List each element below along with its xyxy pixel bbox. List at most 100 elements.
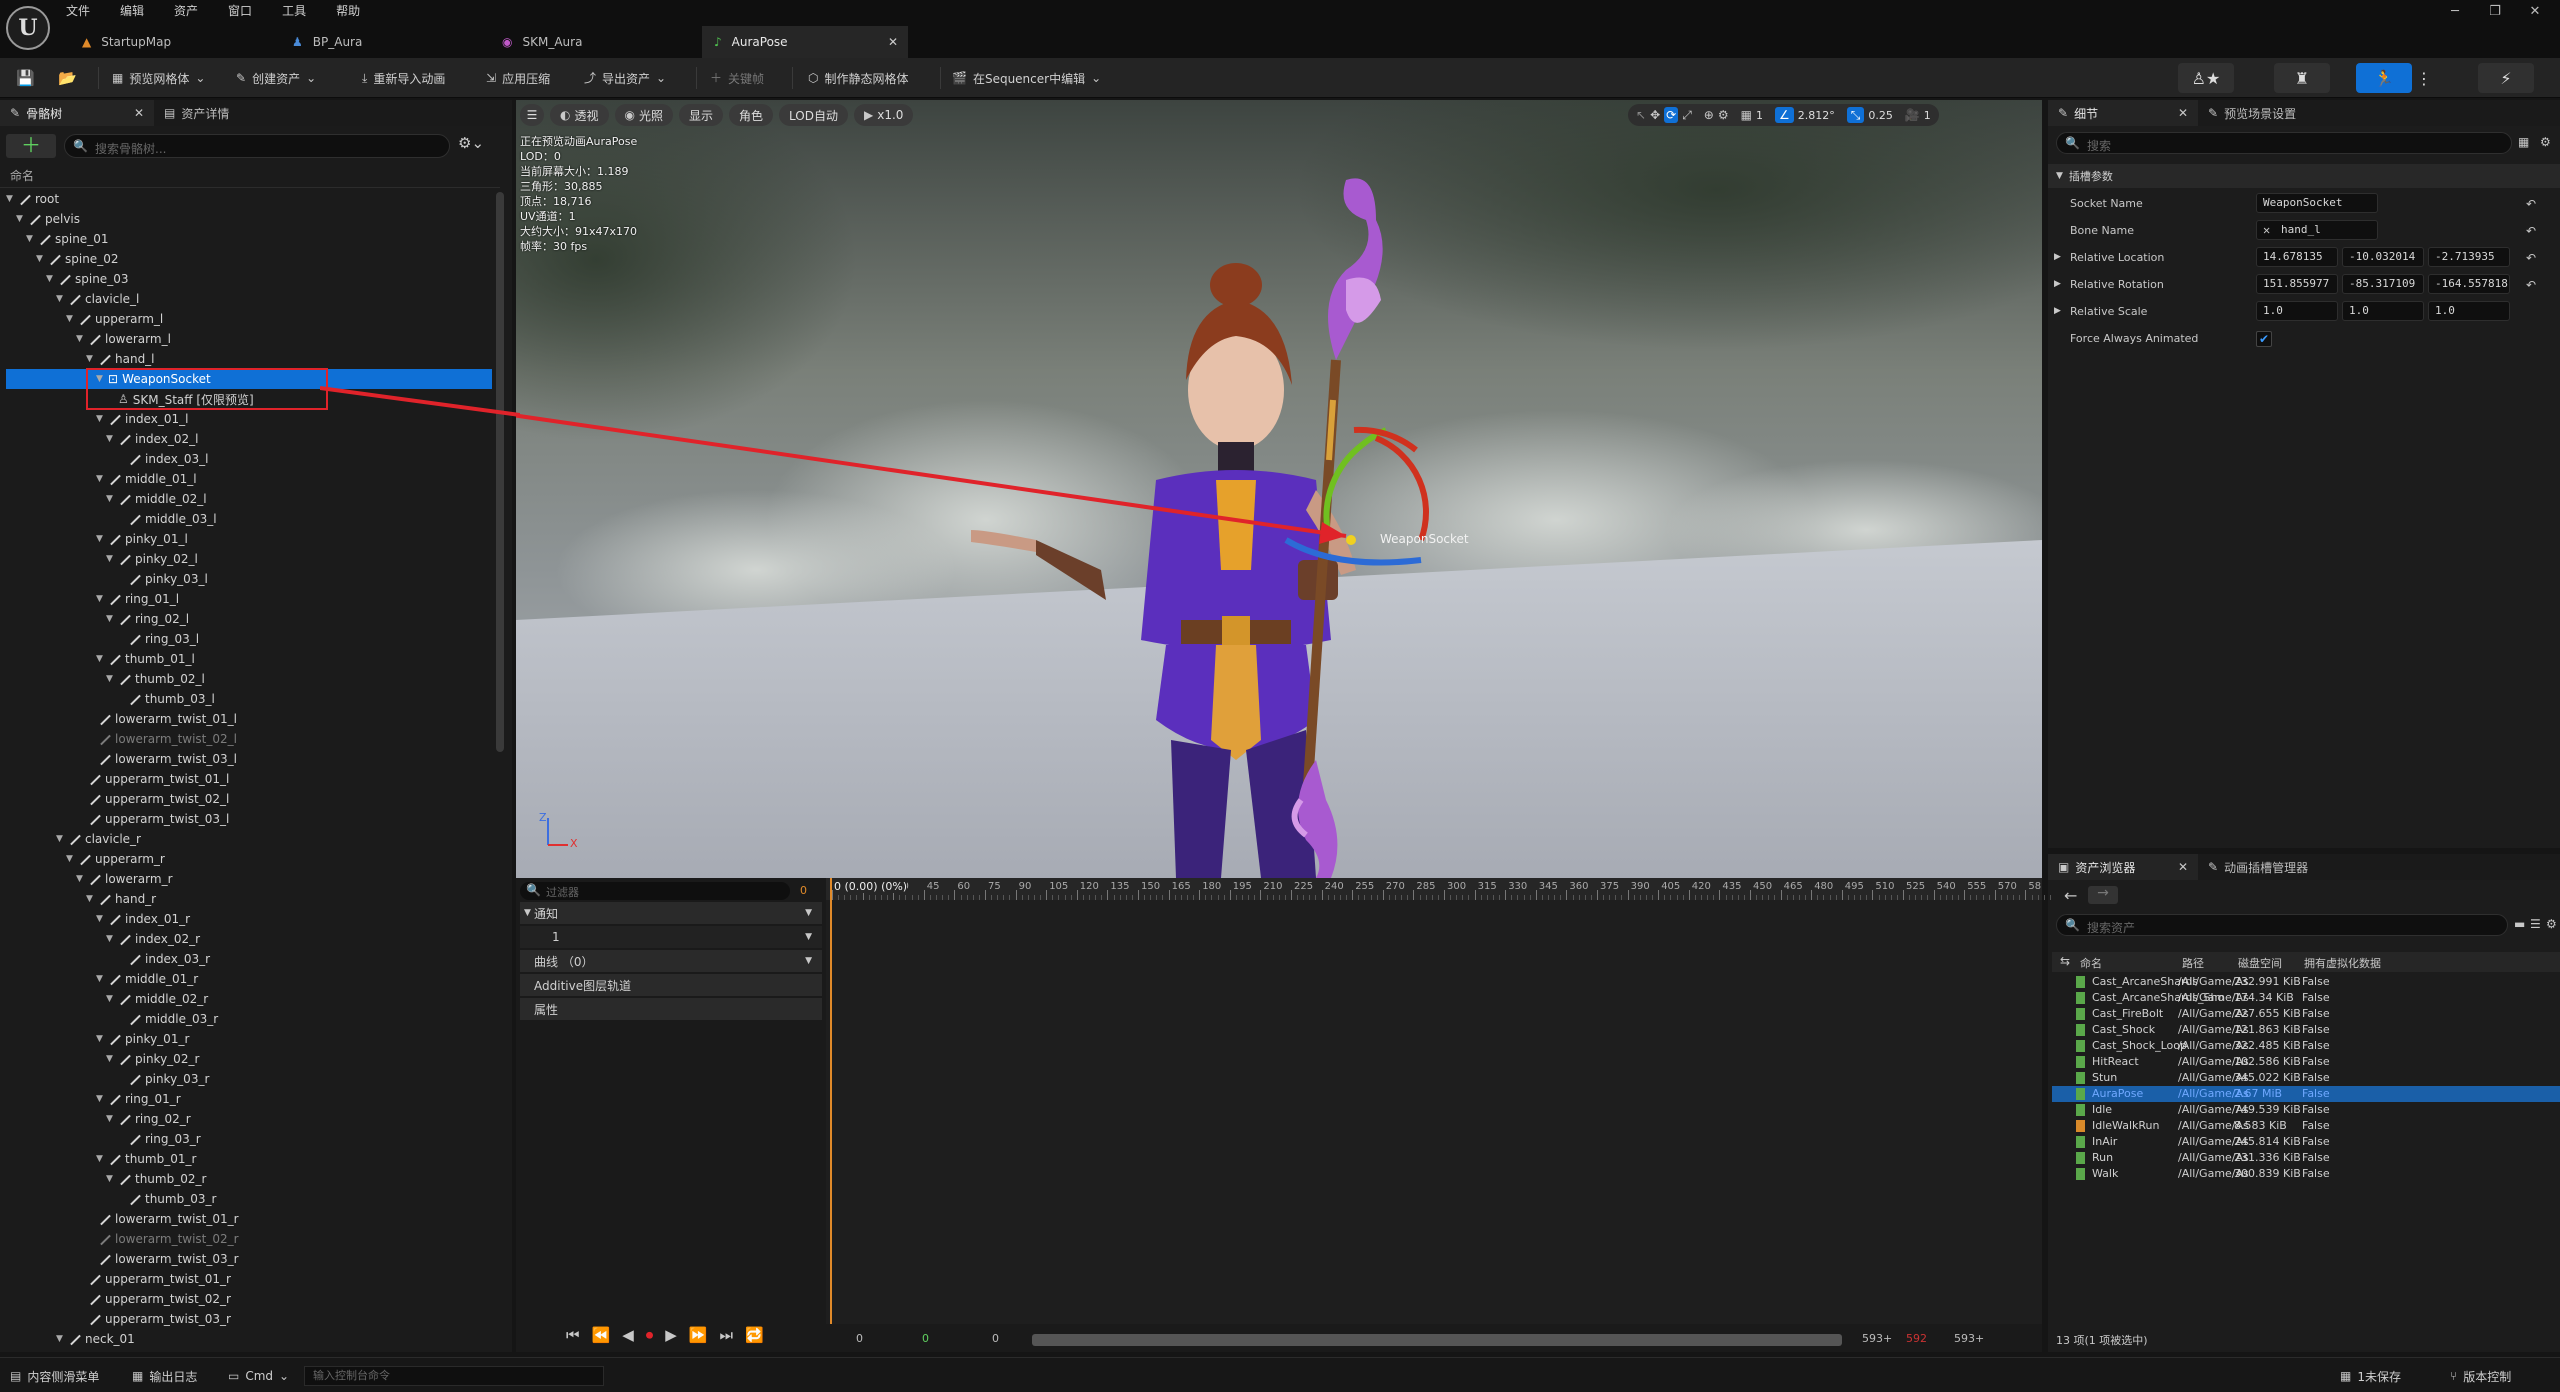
tree-bone-item[interactable]: ▼ middle_01_r <box>96 969 198 989</box>
tree-bone-item[interactable]: ▼ spine_03 <box>46 269 128 289</box>
console-input[interactable]: 输入控制台命令 <box>304 1366 604 1386</box>
reset-icon[interactable]: ↶ <box>2526 279 2536 291</box>
close-tab-icon[interactable]: ✕ <box>134 107 144 119</box>
expand-arrow-icon[interactable]: ▼ <box>106 1174 116 1184</box>
source-control-button[interactable]: ⑂ 版本控制 <box>2450 1366 2511 1386</box>
asset-row[interactable]: Cast_ArcaneShards_Sho/All/Game/As 174.34 … <box>2052 990 2560 1006</box>
asset-row[interactable]: InAir/All/Game/As 245.814 KiB False <box>2052 1134 2560 1150</box>
expand-icon[interactable]: ▶ <box>2054 253 2061 262</box>
menu-window[interactable]: 窗口 <box>228 2 252 22</box>
track-attributes[interactable]: 属性 <box>520 998 822 1020</box>
expand-arrow-icon[interactable]: ▼ <box>96 474 106 484</box>
expand-arrow-icon[interactable]: ▼ <box>106 554 116 564</box>
animation-mode-icon[interactable]: 🏃 <box>2356 63 2412 93</box>
expand-arrow-icon[interactable]: ▼ <box>96 1094 106 1104</box>
settings-icon[interactable]: ⚙ <box>2546 918 2557 930</box>
scale-icon[interactable]: ⤢ <box>1682 109 1692 121</box>
expand-arrow-icon[interactable]: ▼ <box>86 894 96 904</box>
expand-arrow-icon[interactable]: ▼ <box>56 1334 66 1344</box>
asset-row[interactable]: Cast_FireBolt/All/Game/As 227.655 KiB Fals… <box>2052 1006 2560 1022</box>
tree-bone-item[interactable]: ▼ lowerarm_l <box>76 329 171 349</box>
location-z-field[interactable]: -2.713935 <box>2428 247 2510 267</box>
menu-help[interactable]: 帮助 <box>336 2 360 22</box>
reset-icon[interactable]: ↶ <box>2526 198 2536 210</box>
perspective-button[interactable]: ◐ 透视 <box>550 104 609 126</box>
tree-bone-item[interactable]: thumb_03_r <box>116 1189 216 1209</box>
skip-to-start-icon[interactable]: ⏮ <box>566 1328 580 1343</box>
content-drawer-button[interactable]: ▤ 内容侧滑菜单 <box>10 1366 99 1386</box>
expand-arrow-icon[interactable]: ▼ <box>86 354 96 364</box>
skeleton-search-input[interactable]: 🔍 搜索骨骼树... <box>64 134 450 158</box>
expand-arrow-icon[interactable]: ▼ <box>16 214 26 224</box>
expand-arrow-icon[interactable]: ▼ <box>96 594 106 604</box>
unreal-logo-icon[interactable]: U <box>6 6 50 50</box>
asset-row[interactable]: Cast_Shock_Loop/All/Game/As 322.485 KiB Fa… <box>2052 1038 2560 1054</box>
export-asset-button[interactable]: ⤴ 导出资产 ⌄ <box>584 66 666 90</box>
asset-row[interactable]: Cast_Shock/All/Game/As 121.863 KiB False <box>2052 1022 2560 1038</box>
expand-arrow-icon[interactable]: ▼ <box>56 294 66 304</box>
step-forward-icon[interactable]: ⏩ <box>689 1328 708 1343</box>
play-icon[interactable]: ▶ <box>665 1328 677 1343</box>
restore-icon[interactable]: ❐ <box>2482 4 2508 22</box>
mesh-mode-icon[interactable]: ♜ <box>2274 63 2330 93</box>
tree-bone-item[interactable]: upperarm_twist_03_r <box>76 1309 231 1329</box>
tree-bone-item[interactable]: lowerarm_twist_01_r <box>86 1209 239 1229</box>
apply-compression-button[interactable]: ⇲ 应用压缩 <box>486 66 550 90</box>
view-start[interactable]: 0 <box>992 1332 999 1345</box>
table-view-icon[interactable]: ▦ <box>2518 136 2529 148</box>
play-range-end[interactable]: 592 <box>1906 1332 1927 1345</box>
show-button[interactable]: 显示 <box>679 104 724 126</box>
expand-arrow-icon[interactable]: ▼ <box>96 414 106 424</box>
tab-aurapose[interactable]: ♪ AuraPose ✕ <box>702 26 908 58</box>
rotate-icon[interactable]: ⟳ <box>1664 107 1679 123</box>
preview-mesh-button[interactable]: ▦ 预览网格体 ⌄ <box>112 66 205 90</box>
details-search-input[interactable]: 🔍 搜索 <box>2056 132 2512 154</box>
tree-bone-item[interactable]: pinky_03_l <box>116 569 208 589</box>
tab-startupmap[interactable]: ▲ StartupMap <box>70 26 270 58</box>
asset-row[interactable]: Stun/All/Game/As 345.022 KiB False <box>2052 1070 2560 1086</box>
tree-bone-item[interactable]: ▼ ring_02_l <box>106 609 189 629</box>
cmd-selector[interactable]: ▭ Cmd ⌄ <box>228 1366 289 1386</box>
expand-arrow-icon[interactable]: ▼ <box>96 1034 106 1044</box>
expand-arrow-icon[interactable]: ▼ <box>6 194 16 204</box>
tree-bone-item[interactable]: ▼ middle_02_r <box>106 989 208 1009</box>
column-path[interactable]: 路径 <box>2182 955 2204 971</box>
tree-bone-item[interactable]: ▼ ring_01_l <box>96 589 179 609</box>
character-button[interactable]: 角色 <box>729 104 774 126</box>
tab-anim-slot-manager[interactable]: ✎ 动画插槽管理器 <box>2198 854 2318 880</box>
rotation-z-field[interactable]: -164.557818 <box>2428 274 2510 294</box>
expand-arrow-icon[interactable]: ▼ <box>56 834 66 844</box>
tree-bone-item[interactable]: ▼ index_01_l <box>96 409 188 429</box>
step-back-icon[interactable]: ⏪ <box>592 1328 611 1343</box>
tab-asset-browser[interactable]: ▣ 资产浏览器 ✕ <box>2048 854 2198 880</box>
expand-arrow-icon[interactable]: ▼ <box>96 914 106 924</box>
tree-bone-item[interactable]: ▼ thumb_02_l <box>106 669 205 689</box>
track-curves[interactable]: 曲线 （0） ▼ <box>520 950 822 972</box>
asset-row[interactable]: Walk/All/Game/As 300.839 KiB False <box>2052 1166 2560 1182</box>
lod-auto-button[interactable]: LOD自动 <box>779 104 848 126</box>
menu-tools[interactable]: 工具 <box>282 2 306 22</box>
expand-arrow-icon[interactable]: ▼ <box>106 434 116 444</box>
camera-speed-icon[interactable]: 🎥 <box>1905 109 1920 121</box>
folder-view-icon[interactable]: ▬ <box>2514 918 2525 930</box>
loop-icon[interactable]: 🔁 <box>745 1328 764 1343</box>
hamburger-menu-icon[interactable]: ☰ <box>520 104 544 126</box>
tree-bone-item[interactable]: ▼ clavicle_r <box>56 829 141 849</box>
tree-bone-item[interactable]: upperarm_twist_01_l <box>76 769 229 789</box>
tree-bone-item[interactable]: ▼ middle_02_l <box>106 489 207 509</box>
tab-skm-aura[interactable]: ◉ SKM_Aura <box>490 26 690 58</box>
column-virtualized[interactable]: 拥有虚拟化数据 <box>2304 955 2381 971</box>
section-socket-params[interactable]: ▼ 插槽参数 <box>2048 164 2560 188</box>
make-static-mesh-button[interactable]: ⬡ 制作静态网格体 <box>808 66 909 90</box>
tree-bone-item[interactable]: middle_03_l <box>116 509 217 529</box>
reimport-button[interactable]: ⤓ 重新导入动画 <box>362 66 445 90</box>
tree-bone-item[interactable]: ▼ index_01_r <box>96 909 190 929</box>
scale-z-field[interactable]: 1.0 <box>2428 301 2510 321</box>
add-socket-button[interactable]: ＋ <box>6 134 56 158</box>
range-end[interactable]: 593+ <box>1954 1332 1984 1345</box>
minimize-icon[interactable]: ─ <box>2442 4 2468 22</box>
expand-arrow-icon[interactable]: ▼ <box>66 854 76 864</box>
play-reverse-icon[interactable]: ◀ <box>622 1328 634 1343</box>
expand-arrow-icon[interactable]: ▼ <box>106 1114 116 1124</box>
tree-bone-item[interactable]: ▼ thumb_01_l <box>96 649 195 669</box>
